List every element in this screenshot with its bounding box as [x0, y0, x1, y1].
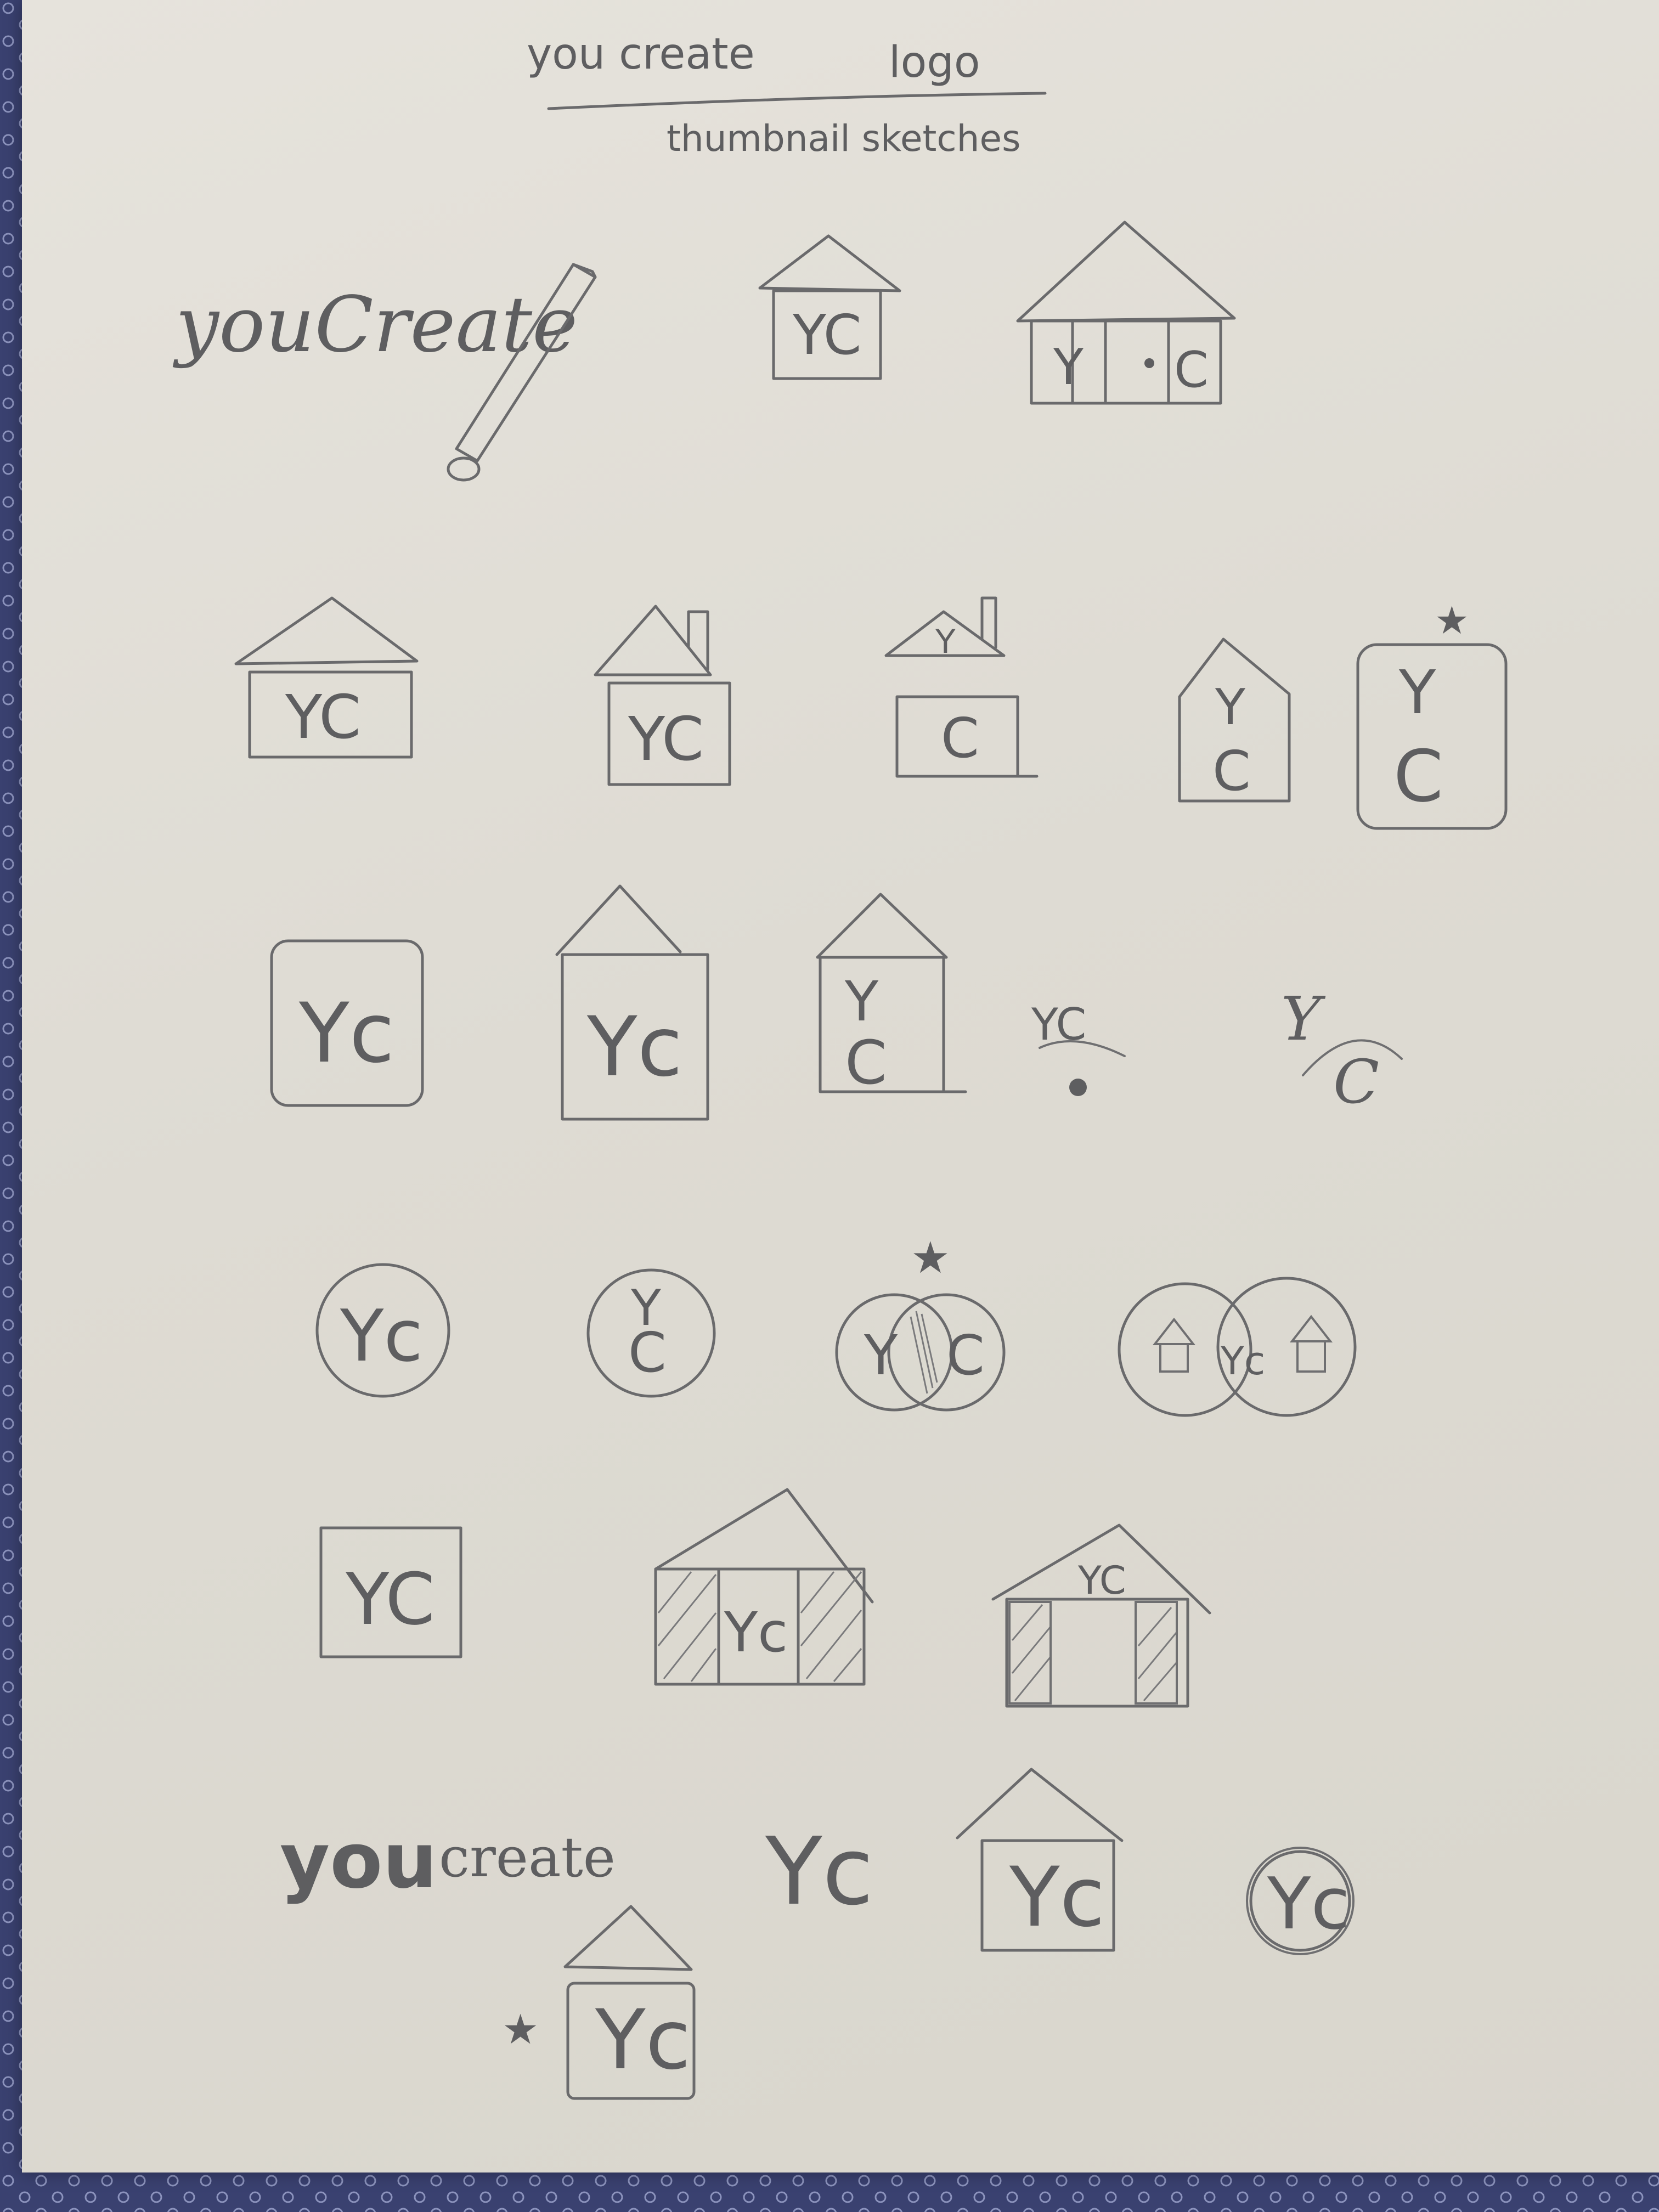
page-subtitle: thumbnail sketches	[667, 117, 1021, 160]
sketch-circle-yc: Yc	[315, 1263, 450, 1398]
svg-text:create: create	[439, 1825, 616, 1889]
sketch-square-yc: YC	[319, 1526, 462, 1658]
svg-text:YC: YC	[792, 303, 861, 367]
sketch-circle-yc-monogram: Yc	[1246, 1847, 1355, 1955]
svg-text:Y: Y	[935, 623, 956, 661]
sketch-venn-y-c-star: Y C ★	[835, 1232, 1006, 1412]
svg-text:Yc: Yc	[298, 986, 394, 1081]
svg-text:YC: YC	[345, 1558, 435, 1641]
sketch-rounded-box-yc-merged: Yc	[270, 939, 424, 1107]
svg-text:C: C	[1212, 739, 1251, 803]
sketch-yc-swoosh-dot: YC	[1031, 999, 1126, 1096]
sketch-house-box-yc-script: Yc	[555, 884, 709, 1121]
svg-text:YC: YC	[628, 704, 704, 774]
star-icon: ★	[1435, 598, 1469, 643]
sketch-yc-swirl: Y C	[1281, 984, 1403, 1117]
sketch-script-wordmark-pencil: youCreate	[172, 263, 597, 482]
svg-text:YC: YC	[1077, 1558, 1126, 1603]
svg-text:Yc: Yc	[724, 1600, 788, 1664]
star-icon: ★	[911, 1232, 950, 1283]
svg-text:Y: Y	[864, 1323, 898, 1387]
svg-text:Yc: Yc	[340, 1294, 423, 1378]
svg-text:C: C	[1333, 1047, 1379, 1117]
sketch-yc-monogram-plain: Yc	[765, 1818, 873, 1926]
svg-text:C: C	[946, 1323, 985, 1387]
svg-text:C: C	[941, 706, 979, 770]
svg-text:Yc: Yc	[1220, 1339, 1265, 1384]
sketch-house-yc-star: Yc ★	[502, 1905, 696, 2100]
sketch-venn-houses-yc: Yc	[1118, 1277, 1357, 1417]
logo-sketches: you create logo thumbnail sketches youCr…	[172, 30, 1508, 2100]
sketch-house-hatched-roof-yc: YC	[991, 1523, 1211, 1708]
svg-text:C: C	[845, 1028, 887, 1098]
sketch-tall-house-y-over-c: Y C	[1178, 637, 1291, 803]
svg-text:Yc: Yc	[586, 1000, 682, 1095]
sketch-house-tall-y-over-c: Y C	[816, 893, 967, 1098]
svg-text:Yc: Yc	[595, 1993, 691, 2088]
sketch-house-chimney-yc: YC	[594, 605, 731, 786]
svg-text:Y: Y	[1215, 679, 1246, 736]
sketch-rounded-box-y-over-c-star: Y C ★	[1356, 598, 1508, 830]
svg-text:C: C	[1174, 341, 1209, 399]
svg-text:Yc: Yc	[765, 1818, 873, 1926]
sketch-bold-wordmark: you create	[280, 1816, 616, 1906]
star-icon: ★	[502, 2005, 539, 2053]
script-wordmark: youCreate	[172, 280, 578, 370]
sketch-house-yc-small: YC	[758, 234, 901, 380]
sketch-house-y-door-c: Y C	[1016, 221, 1236, 405]
svg-text:Y: Y	[1281, 984, 1326, 1054]
svg-text:you: you	[280, 1816, 437, 1906]
house-icon	[1289, 1314, 1333, 1373]
title-underline	[547, 92, 1047, 110]
page-title: you create	[527, 30, 755, 79]
sketch-house-roof-y-box-c: Y C	[884, 596, 1039, 778]
page-title-logo: logo	[889, 38, 980, 87]
sketch-house-hatched-yc: Yc	[654, 1488, 874, 1686]
svg-text:Y: Y	[1053, 338, 1084, 396]
house-icon	[1152, 1317, 1196, 1373]
svg-text:C: C	[628, 1321, 667, 1385]
sketch-house-yc-monogram: Yc	[956, 1768, 1124, 1952]
svg-text:Y: Y	[1398, 657, 1436, 727]
svg-text:YC: YC	[285, 682, 361, 752]
sketch-house-wide-yc: YC	[234, 596, 419, 759]
svg-text:C: C	[1393, 735, 1443, 818]
svg-text:Yc: Yc	[1009, 1850, 1105, 1945]
svg-text:Yc: Yc	[1267, 1862, 1350, 1945]
sketch-circle-y-over-c: Y C	[586, 1268, 716, 1398]
svg-text:Y: Y	[844, 969, 879, 1034]
